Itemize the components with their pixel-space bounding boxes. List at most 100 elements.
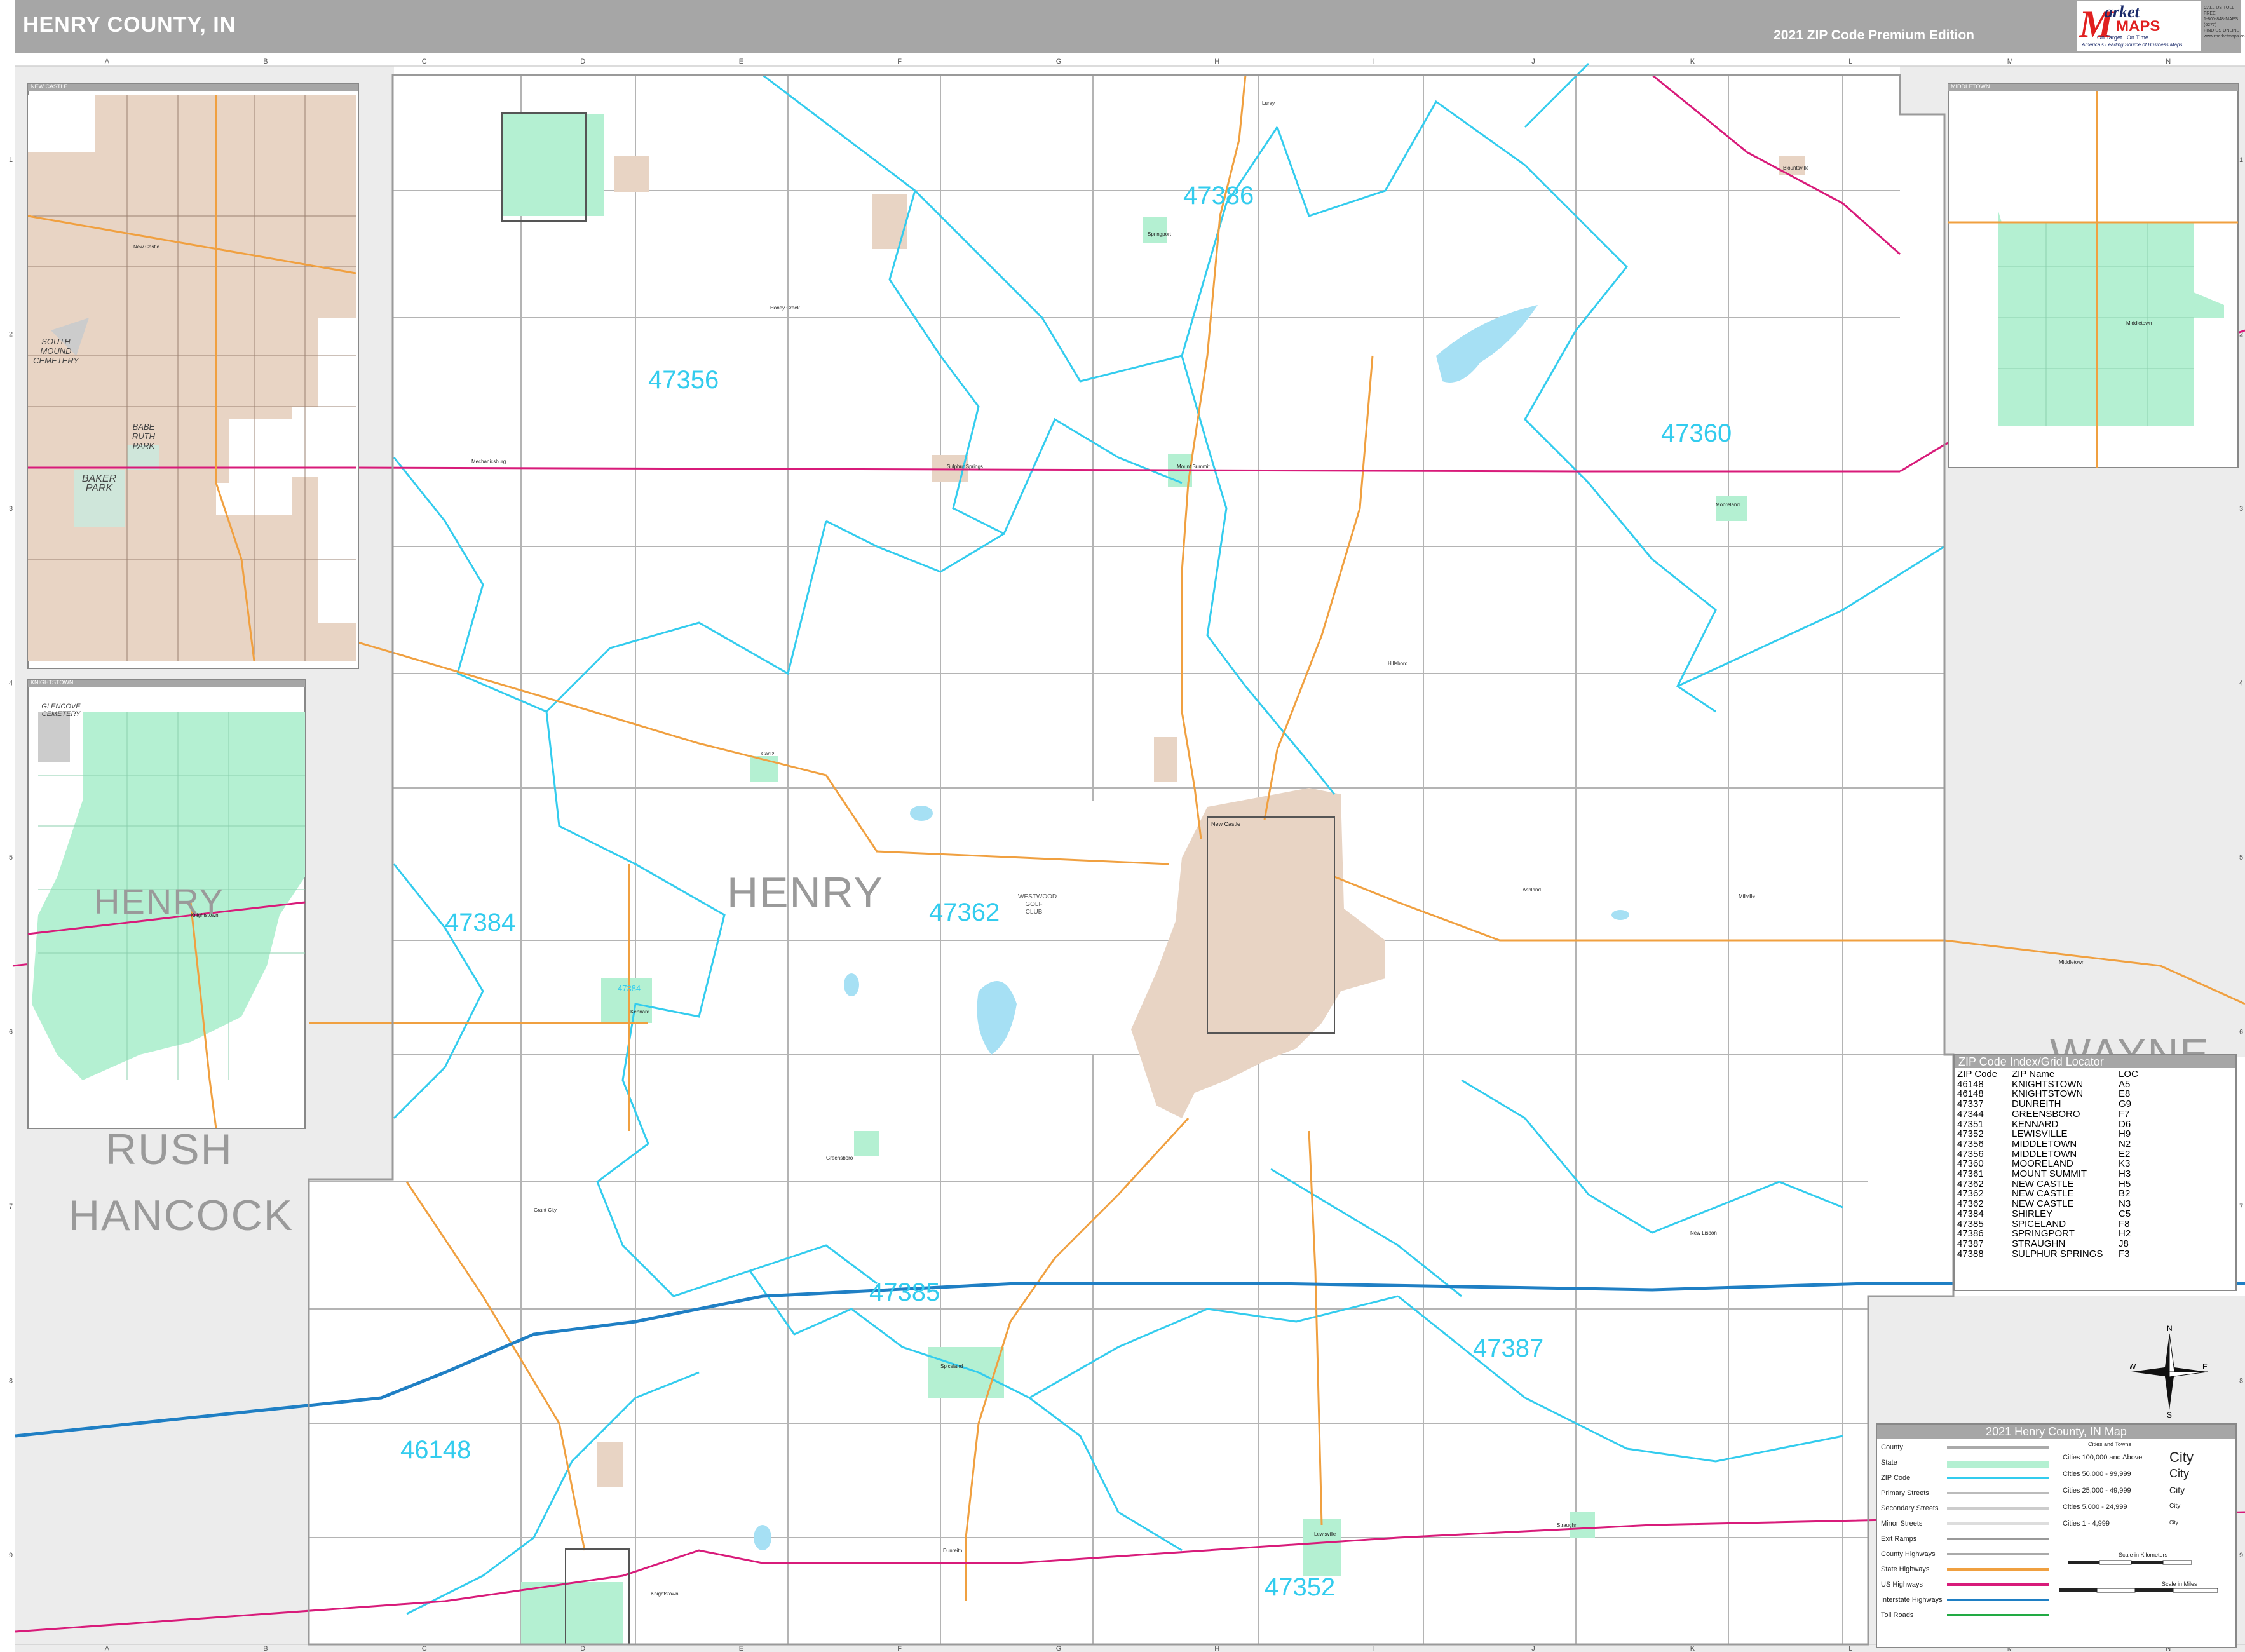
zip-index-cell: LEWISVILLE xyxy=(2012,1128,2068,1140)
inset-title-knightstown: KNIGHTSTOWN xyxy=(31,679,74,686)
zip-label: 47360 xyxy=(1661,419,1732,447)
legend-item-symbol xyxy=(1947,1492,2049,1494)
grid-column-label: K xyxy=(1690,1645,1695,1652)
zip-index-table: ZIP Code ZIP Name LOC 46148 KNIGHTSTOWN A5 461… xyxy=(1957,1069,2138,1259)
zip-index-cell: 46148 xyxy=(1957,1088,1984,1100)
grid-row-label: 4 xyxy=(2239,680,2243,687)
map-canvas[interactable]: AABBCCDDEEFFGGHHIIJJKKLLMMNN1 12 23 34 45 56 6… xyxy=(0,0,2245,1652)
zip-index-cell: MIDDLETOWN xyxy=(2012,1148,2077,1160)
place-label: Blountsville xyxy=(1783,165,1809,171)
inset-new-castle xyxy=(27,83,359,669)
zip-index-row: 46148 KNIGHTSTOWN E8 xyxy=(1957,1089,2138,1099)
legend-city-sample: City xyxy=(2169,1520,2178,1526)
legend-item-symbol xyxy=(1947,1599,2049,1601)
place-label: Millville xyxy=(1739,893,1755,899)
zip-index-cell: E8 xyxy=(2119,1088,2131,1100)
grid-column-label: E xyxy=(739,1645,743,1652)
zip-index-row: 47362 NEW CASTLE H5 xyxy=(1957,1179,2138,1189)
legend-item-symbol xyxy=(1947,1507,2049,1510)
grid-column-label: E xyxy=(739,58,743,65)
zip-index-cell: B2 xyxy=(2119,1188,2131,1200)
legend-title: 2021 Henry County, IN Map xyxy=(1877,1425,2235,1439)
zip-index-cell: SULPHUR SPRINGS xyxy=(2012,1248,2103,1259)
zip-index-cell: 47356 xyxy=(1957,1138,1984,1149)
inset-title-middletown: MIDDLETOWN xyxy=(1951,83,1990,90)
grid-column-label: L xyxy=(1848,1645,1852,1652)
inset-town-label: Knightstown xyxy=(191,912,219,918)
zip-label: 46148 xyxy=(400,1436,471,1464)
zip-index-row: 47388 SULPHUR SPRINGS F3 xyxy=(1957,1249,2138,1259)
grid-row-label: 9 xyxy=(9,1552,13,1559)
grid-row-label: 3 xyxy=(9,505,13,513)
grid-row-label: 5 xyxy=(9,854,13,862)
grid-column-label: D xyxy=(580,58,585,65)
legend-item-label: Exit Ramps xyxy=(1881,1535,1917,1543)
legend-item-symbol xyxy=(1947,1522,2049,1525)
grid-column-label: I xyxy=(1373,58,1375,65)
compass-n: N xyxy=(2167,1325,2173,1333)
place-label: Mooreland xyxy=(1716,502,1740,508)
zip-index-cell: F8 xyxy=(2119,1218,2130,1229)
zip-index-cell: 47384 xyxy=(1957,1208,1984,1219)
legend-item-label: County Highways xyxy=(1881,1550,1936,1558)
park-label: BAKER PARK xyxy=(81,473,117,494)
zip-index-cell: J8 xyxy=(2119,1238,2129,1249)
inset-middletown xyxy=(1948,83,2239,468)
zip-index-cell: H2 xyxy=(2119,1228,2131,1240)
zip-index-cell: 47352 xyxy=(1957,1128,1984,1140)
legend-scale-km: Scale in Kilometers xyxy=(2119,1552,2168,1558)
legend-item-symbol xyxy=(1947,1583,2049,1586)
place-label: Kennard xyxy=(630,1009,650,1015)
zip-index-row: 47356 MIDDLETOWN N2 xyxy=(1957,1139,2138,1149)
zip-index-cell: DUNREITH xyxy=(2012,1099,2061,1110)
grid-row-label: 8 xyxy=(9,1377,13,1385)
grid-row-label: 1 xyxy=(9,156,13,164)
zip-index-cell: 47386 xyxy=(1957,1228,1984,1240)
legend-item-label: Secondary Streets xyxy=(1881,1505,1939,1512)
grid-row-label: 4 xyxy=(9,680,13,687)
legend-item-label: US Highways xyxy=(1881,1581,1923,1588)
grid-column-label: D xyxy=(580,1645,585,1652)
grid-row-label: 6 xyxy=(9,1028,13,1036)
inset-town-label: Middletown xyxy=(2126,320,2152,326)
legend-item-label: Minor Streets xyxy=(1881,1520,1923,1527)
zip-index-cell: F7 xyxy=(2119,1108,2130,1120)
zip-index-cell: 47356 xyxy=(1957,1148,1984,1160)
zip-index-cell: 47387 xyxy=(1957,1238,1984,1249)
place-label: New Castle xyxy=(1211,821,1241,827)
outside-area-west-lower xyxy=(15,1179,309,1652)
legend-city-sample: City xyxy=(2169,1467,2189,1480)
zip-index-title: ZIP Code Index/Grid Locator xyxy=(1955,1055,2235,1068)
zip-index-cell: H5 xyxy=(2119,1178,2131,1189)
grid-row-label: 9 xyxy=(2239,1552,2243,1559)
zip-index-row: 47386 SPRINGPORT H2 xyxy=(1957,1229,2138,1239)
legend-item-label: Primary Streets xyxy=(1881,1489,1929,1497)
place-label: Greensboro xyxy=(826,1155,853,1161)
grid-column-label: A xyxy=(105,58,110,65)
zip-index-cell: K3 xyxy=(2119,1158,2131,1170)
grid-row-label: 3 xyxy=(2239,505,2243,513)
legend-item-symbol xyxy=(1947,1614,2049,1616)
place-label: Mount Summit xyxy=(1177,464,1210,470)
legend-item-symbol xyxy=(1947,1477,2049,1479)
zip-index-row: 47356 MIDDLETOWN E2 xyxy=(1957,1149,2138,1160)
compass-rose: N S W E xyxy=(2129,1324,2209,1419)
place-label: Ashland xyxy=(1523,887,1541,893)
legend-city-class-label: Cities 100,000 and Above xyxy=(2063,1454,2143,1461)
place-label: Lewisville xyxy=(1314,1531,1336,1537)
zip-index-header-cell: ZIP Name xyxy=(2012,1069,2055,1080)
compass-e: E xyxy=(2202,1362,2208,1371)
grid-row-label: 2 xyxy=(9,331,13,339)
zip-index-cell: MOORELAND xyxy=(2012,1158,2073,1170)
grid-row-label: 8 xyxy=(2239,1377,2243,1385)
zip-label: 47384 xyxy=(445,909,516,937)
zip-index-row: 47362 NEW CASTLE N3 xyxy=(1957,1199,2138,1209)
legend-cities-header: Cities and Towns xyxy=(2088,1441,2131,1447)
zip-index-row: 47351 KENNARD D6 xyxy=(1957,1118,2138,1130)
zip-index-cell: 47351 xyxy=(1957,1118,1984,1130)
map-legend-panel: 2021 Henry County, IN Map County State ZIP… xyxy=(1876,1423,2237,1648)
zip-index-cell: 47344 xyxy=(1957,1108,1984,1120)
grid-column-label: C xyxy=(422,1645,427,1652)
legend-item-symbol xyxy=(1947,1538,2049,1540)
scale-bar-mi xyxy=(2059,1588,2218,1593)
